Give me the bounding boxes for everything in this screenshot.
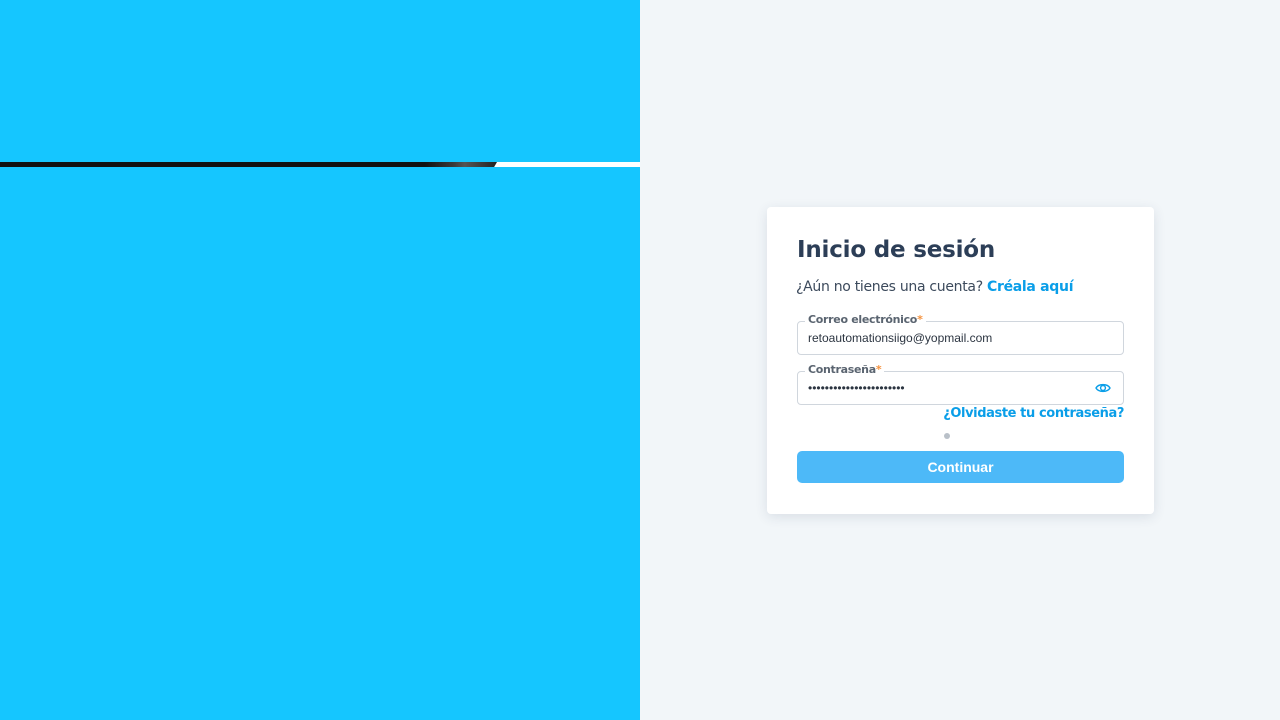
- signup-link[interactable]: Créala aquí: [987, 279, 1073, 295]
- password-input[interactable]: [808, 372, 1088, 404]
- forgot-password-link[interactable]: ¿Olvidaste tu contraseña?: [943, 406, 1124, 421]
- signup-prompt-text: ¿Aún no tienes una cuenta?: [796, 279, 983, 295]
- email-input[interactable]: [808, 322, 1088, 354]
- login-card: Inicio de sesión ¿Aún no tienes una cuen…: [767, 207, 1154, 514]
- hero-panel: [0, 0, 640, 720]
- eye-icon[interactable]: [1095, 381, 1111, 395]
- signup-prompt: ¿Aún no tienes una cuenta? Créala aquí: [796, 279, 1074, 295]
- continue-button[interactable]: Continuar: [797, 451, 1124, 483]
- hero-image-shade: [425, 162, 497, 167]
- hero-image-strip: [0, 162, 640, 167]
- email-field[interactable]: Correo electrónico*: [797, 313, 1124, 355]
- hero-image-fragment: [0, 162, 494, 167]
- password-field[interactable]: Contraseña*: [797, 363, 1124, 405]
- page-title: Inicio de sesión: [797, 237, 996, 263]
- loading-indicator: [944, 433, 950, 439]
